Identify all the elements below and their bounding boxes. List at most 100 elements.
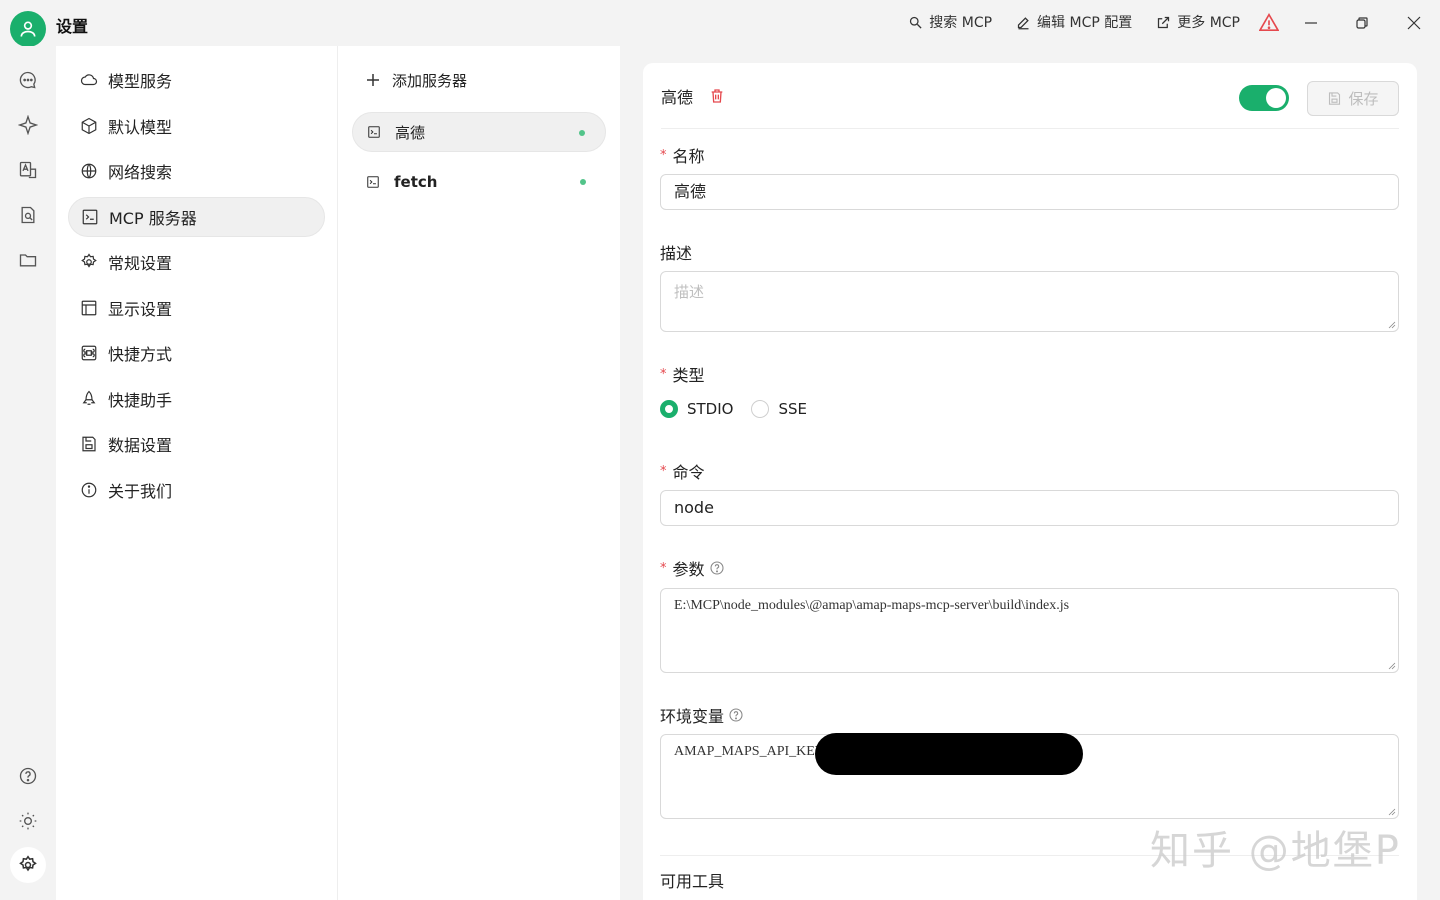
card-header: 高德 保存 <box>661 63 1399 129</box>
chat-rail-button[interactable] <box>16 68 40 92</box>
description-placeholder: 描述 <box>674 283 705 301</box>
status-dot <box>579 130 585 136</box>
rocket-icon <box>82 390 96 405</box>
env-label: 环境变量 <box>660 703 744 727</box>
gear-icon <box>19 855 37 872</box>
layout-icon <box>81 300 97 315</box>
globe-icon <box>81 163 97 179</box>
files-rail-button[interactable] <box>16 203 40 227</box>
description-label-text: 描述 <box>660 244 693 263</box>
resize-handle-icon[interactable] <box>1388 662 1396 670</box>
env-label-text: 环境变量 <box>660 707 725 726</box>
server-name: 高德 <box>395 123 426 142</box>
menu-item-label: MCP 服务器 <box>109 208 197 228</box>
add-server-button[interactable]: 添加服务器 <box>352 60 606 100</box>
menu-item-mcp-servers[interactable]: MCP 服务器 <box>68 196 325 237</box>
maximize-button[interactable] <box>1347 10 1377 36</box>
resize-handle-icon[interactable] <box>1388 808 1396 816</box>
chat-icon <box>19 71 36 89</box>
name-label: * 名称 <box>660 143 705 167</box>
args-label-text: 参数 <box>672 560 705 579</box>
search-icon <box>910 16 922 29</box>
menu-item-quick-assistant[interactable]: 快捷助手 <box>68 379 325 419</box>
help-icon[interactable] <box>728 707 744 723</box>
theme-rail-button[interactable] <box>16 809 40 833</box>
minimize-button[interactable] <box>1296 10 1326 36</box>
settings-rail-button[interactable] <box>10 847 46 883</box>
delete-icon[interactable] <box>709 88 725 104</box>
cloud-icon <box>80 74 98 86</box>
name-label-text: 名称 <box>672 147 705 166</box>
menu-item-data-settings[interactable]: 数据设置 <box>68 424 325 464</box>
server-item-fetch[interactable]: fetch <box>352 162 606 202</box>
external-link-icon <box>1158 16 1170 28</box>
search-mcp-label: 搜索 MCP <box>929 15 993 31</box>
sun-icon <box>19 812 37 830</box>
menu-item-default-model[interactable]: 默认模型 <box>68 106 325 146</box>
save-label: 保存 <box>1348 90 1379 108</box>
save-button[interactable]: 保存 <box>1307 81 1399 116</box>
command-label-text: 命令 <box>672 463 705 482</box>
save-icon <box>82 436 96 452</box>
avatar[interactable] <box>10 11 46 47</box>
type-radio-group: STDIO SSE <box>660 400 807 418</box>
help-icon <box>19 767 37 785</box>
close-icon <box>1407 16 1421 30</box>
server-title: 高德 <box>661 87 694 107</box>
command-label: * 命令 <box>660 459 705 483</box>
type-label: * 类型 <box>660 362 705 386</box>
settings-menu: 模型服务 默认模型 网络搜索 MCP 服务器 常规设置 显示设置 快捷方式 快捷… <box>56 46 338 900</box>
more-mcp-label: 更多 MCP <box>1177 15 1240 31</box>
help-icon[interactable] <box>709 560 725 576</box>
document-search-icon <box>21 206 35 224</box>
save-icon <box>1329 92 1341 105</box>
close-button[interactable] <box>1399 10 1429 36</box>
server-list: 添加服务器 高德 fetch <box>338 46 620 900</box>
titlebar-actions: 搜索 MCP 编辑 MCP 配置 更多 MCP <box>908 12 1240 32</box>
tools-label-text: 可用工具 <box>660 872 725 891</box>
args-textarea[interactable]: E:\MCP\node_modules\@amap\amap-maps-mcp-… <box>660 588 1399 673</box>
watermark: 知乎 @地堡P <box>1150 828 1401 874</box>
radio-stdio[interactable]: STDIO <box>660 400 733 418</box>
command-input[interactable]: node <box>660 490 1399 526</box>
sparkle-icon <box>18 115 38 135</box>
more-mcp-button[interactable]: 更多 MCP <box>1156 12 1240 32</box>
status-dot <box>580 179 586 185</box>
menu-item-model-service[interactable]: 模型服务 <box>68 60 325 100</box>
folder-icon <box>19 254 37 267</box>
description-label: 描述 <box>660 240 692 264</box>
translate-rail-button[interactable] <box>16 158 40 182</box>
radio-label: STDIO <box>687 400 734 418</box>
folder-rail-button[interactable] <box>16 248 40 272</box>
menu-item-label: 显示设置 <box>108 299 173 319</box>
search-mcp-button[interactable]: 搜索 MCP <box>908 12 992 32</box>
warning-icon[interactable] <box>1259 13 1279 31</box>
help-rail-button[interactable] <box>16 764 40 788</box>
server-name: fetch <box>394 173 438 191</box>
args-value: E:\MCP\node_modules\@amap\amap-maps-mcp-… <box>674 598 1070 613</box>
menu-item-label: 快捷助手 <box>108 390 173 410</box>
type-label-text: 类型 <box>672 366 705 385</box>
menu-item-web-search[interactable]: 网络搜索 <box>68 151 325 191</box>
menu-item-shortcuts[interactable]: 快捷方式 <box>68 333 325 373</box>
agents-rail-button[interactable] <box>16 113 40 137</box>
description-textarea[interactable]: 描述 <box>660 271 1399 332</box>
menu-item-label: 快捷方式 <box>108 345 173 364</box>
menu-item-label: 模型服务 <box>108 72 173 91</box>
server-item-amap[interactable]: 高德 <box>352 112 606 152</box>
plus-icon <box>367 74 379 86</box>
menu-item-general-settings[interactable]: 常规设置 <box>68 242 325 282</box>
edit-mcp-config-label: 编辑 MCP 配置 <box>1037 15 1133 31</box>
tools-label: 可用工具 <box>660 868 724 892</box>
radio-sse[interactable]: SSE <box>751 400 807 418</box>
menu-item-display-settings[interactable]: 显示设置 <box>68 288 325 328</box>
edit-mcp-config-button[interactable]: 编辑 MCP 配置 <box>1016 12 1132 32</box>
terminal-icon <box>82 209 98 224</box>
resize-handle-icon[interactable] <box>1388 321 1396 329</box>
env-value: AMAP_MAPS_API_KEY= <box>674 744 833 759</box>
translate-icon <box>19 161 37 179</box>
menu-item-about[interactable]: 关于我们 <box>68 470 325 510</box>
server-enable-toggle[interactable] <box>1239 85 1289 111</box>
menu-item-label: 数据设置 <box>108 436 173 455</box>
name-input[interactable]: 高德 <box>660 174 1399 210</box>
